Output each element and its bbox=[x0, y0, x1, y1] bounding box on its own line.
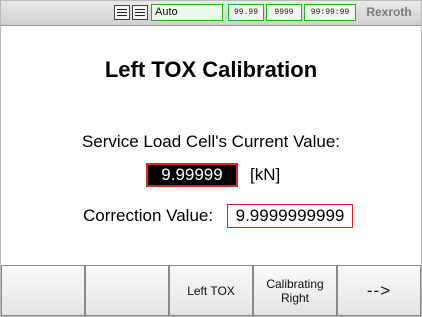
load-cell-value: 9.99999 bbox=[146, 163, 238, 187]
list-menu-icon[interactable] bbox=[114, 5, 130, 20]
softkey-calibrating-right[interactable]: Calibrating Right bbox=[253, 265, 337, 316]
softkey-next[interactable]: --> bbox=[337, 265, 421, 316]
softkey-left-tox[interactable]: Left TOX bbox=[169, 265, 253, 316]
status-field: 9999 bbox=[266, 4, 302, 21]
softkey-bar: Left TOX Calibrating Right --> bbox=[1, 265, 421, 316]
status-field: 99.99 bbox=[228, 4, 264, 21]
load-cell-label: Service Load Cell's Current Value: bbox=[81, 132, 341, 151]
brand-logo: Rexroth bbox=[366, 5, 412, 19]
correction-value-field[interactable]: 9.9999999999 bbox=[227, 204, 353, 228]
load-cell-unit: [kN] bbox=[250, 165, 281, 184]
list-menu-icon[interactable] bbox=[132, 5, 148, 20]
mode-indicator: Auto bbox=[151, 4, 223, 21]
softkey-2[interactable] bbox=[85, 265, 169, 316]
correction-label: Correction Value: bbox=[83, 206, 214, 225]
softkey-1[interactable] bbox=[1, 265, 85, 316]
page-title: Left TOX Calibration bbox=[104, 57, 318, 82]
status-clock: 99:99:99 bbox=[304, 4, 356, 21]
hmi-screen: Auto 99.99 9999 99:99:99 Rexroth Left TO… bbox=[0, 0, 422, 317]
status-bar: Auto 99.99 9999 99:99:99 Rexroth bbox=[1, 1, 421, 26]
